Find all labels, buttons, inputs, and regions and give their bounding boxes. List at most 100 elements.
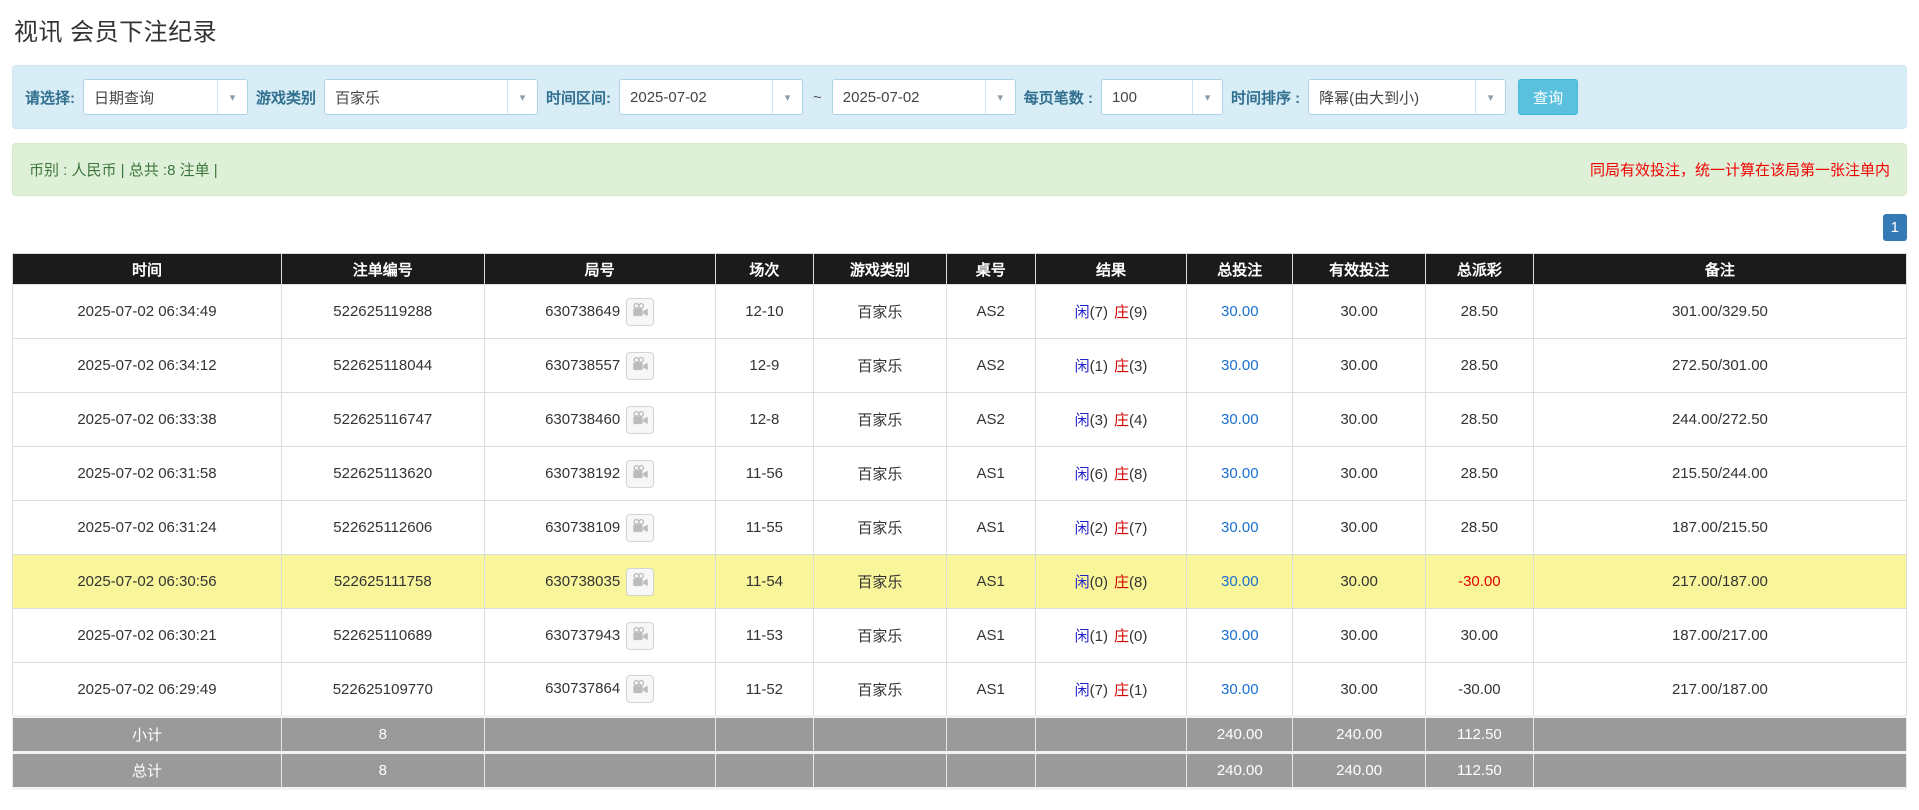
col-session: 场次 bbox=[715, 254, 813, 285]
table-body: 2025-07-02 06:34:49 522625119288 6307386… bbox=[13, 285, 1907, 717]
table-row: 2025-07-02 06:34:49 522625119288 6307386… bbox=[13, 285, 1907, 339]
cell-bet-id: 522625119288 bbox=[281, 285, 484, 339]
video-replay-button[interactable] bbox=[626, 460, 654, 488]
pagination: 1 bbox=[12, 214, 1907, 241]
col-remark: 备注 bbox=[1533, 254, 1906, 285]
total-bet-link[interactable]: 30.00 bbox=[1221, 411, 1259, 428]
cell-session: 11-55 bbox=[715, 501, 813, 555]
col-time: 时间 bbox=[13, 254, 282, 285]
cell-time: 2025-07-02 06:30:56 bbox=[13, 555, 282, 609]
cell-game-type: 百家乐 bbox=[814, 555, 947, 609]
cell-valid-bet: 30.00 bbox=[1293, 501, 1426, 555]
total-row: 小计 8 240.00 240.00 112.50 bbox=[13, 717, 1907, 753]
video-replay-button[interactable] bbox=[626, 675, 654, 703]
cell-result: 闲(3)庄(4) bbox=[1035, 393, 1187, 447]
cell-round-id: 630738035 bbox=[484, 555, 715, 609]
col-table-no: 桌号 bbox=[946, 254, 1035, 285]
valid-bet-notice-text: 同局有效投注，统一计算在该局第一张注单内 bbox=[1590, 159, 1890, 180]
table-row: 2025-07-02 06:31:58 522625113620 6307381… bbox=[13, 447, 1907, 501]
cell-valid-bet: 30.00 bbox=[1293, 339, 1426, 393]
cell-bet-id: 522625118044 bbox=[281, 339, 484, 393]
cell-bet-id: 522625109770 bbox=[281, 663, 484, 717]
summary-bar: 币别 : 人民币 | 总共 :8 注单 | 同局有效投注，统一计算在该局第一张注… bbox=[12, 143, 1907, 196]
cell-total-bet: 30.00 bbox=[1187, 339, 1293, 393]
table-row: 2025-07-02 06:34:12 522625118044 6307385… bbox=[13, 339, 1907, 393]
cell-result: 闲(6)庄(8) bbox=[1035, 447, 1187, 501]
page-1-button[interactable]: 1 bbox=[1883, 214, 1907, 241]
cell-table-no: AS2 bbox=[946, 339, 1035, 393]
chevron-down-icon: ▾ bbox=[1475, 80, 1505, 114]
per-page-label: 每页笔数 : bbox=[1024, 87, 1093, 108]
banker-result: 庄 bbox=[1114, 520, 1129, 537]
cell-remark: 187.00/217.00 bbox=[1533, 609, 1906, 663]
cell-valid-bet: 30.00 bbox=[1293, 609, 1426, 663]
video-replay-button[interactable] bbox=[626, 622, 654, 650]
filter-panel: 请选择: 日期查询 ▾ 游戏类别 百家乐 ▾ 时间区间: 2025-07-02 … bbox=[12, 65, 1907, 129]
date-from-select[interactable]: 2025-07-02 ▾ bbox=[619, 79, 803, 115]
video-replay-button[interactable] bbox=[626, 406, 654, 434]
cell-bet-id: 522625113620 bbox=[281, 447, 484, 501]
cell-remark: 187.00/215.50 bbox=[1533, 501, 1906, 555]
video-replay-button[interactable] bbox=[626, 568, 654, 596]
col-payout: 总派彩 bbox=[1425, 254, 1533, 285]
cell-session: 12-10 bbox=[715, 285, 813, 339]
total-bet-link[interactable]: 30.00 bbox=[1221, 465, 1259, 482]
valid-bet-sum: 240.00 bbox=[1293, 717, 1426, 753]
cell-table-no: AS1 bbox=[946, 663, 1035, 717]
player-result: 闲 bbox=[1075, 520, 1090, 537]
cell-remark: 217.00/187.00 bbox=[1533, 663, 1906, 717]
page-title: 视讯 会员下注纪录 bbox=[14, 12, 1907, 47]
video-replay-button[interactable] bbox=[626, 352, 654, 380]
cell-game-type: 百家乐 bbox=[814, 447, 947, 501]
cell-time: 2025-07-02 06:29:49 bbox=[13, 663, 282, 717]
cell-remark: 244.00/272.50 bbox=[1533, 393, 1906, 447]
total-bet-link[interactable]: 30.00 bbox=[1221, 303, 1259, 320]
banker-result: 庄 bbox=[1114, 682, 1129, 699]
total-bet-link[interactable]: 30.00 bbox=[1221, 357, 1259, 374]
video-replay-button[interactable] bbox=[626, 514, 654, 542]
cell-game-type: 百家乐 bbox=[814, 393, 947, 447]
table-footer: 小计 8 240.00 240.00 112.50 总计 8 240.00 24… bbox=[13, 717, 1907, 789]
video-camera-icon bbox=[632, 302, 649, 322]
search-button[interactable]: 查询 bbox=[1518, 79, 1578, 115]
cell-session: 12-8 bbox=[715, 393, 813, 447]
cell-result: 闲(0)庄(8) bbox=[1035, 555, 1187, 609]
cell-round-id: 630737943 bbox=[484, 609, 715, 663]
chevron-down-icon: ▾ bbox=[1192, 80, 1222, 114]
cell-table-no: AS1 bbox=[946, 609, 1035, 663]
cell-payout: 28.50 bbox=[1425, 501, 1533, 555]
game-type-select[interactable]: 百家乐 ▾ bbox=[324, 79, 538, 115]
video-camera-icon bbox=[632, 464, 649, 484]
total-label: 小计 bbox=[13, 717, 282, 753]
cell-result: 闲(7)庄(1) bbox=[1035, 663, 1187, 717]
cell-result: 闲(1)庄(3) bbox=[1035, 339, 1187, 393]
total-bet-link[interactable]: 30.00 bbox=[1221, 627, 1259, 644]
player-result: 闲 bbox=[1075, 304, 1090, 321]
player-result: 闲 bbox=[1075, 358, 1090, 375]
select-type-label: 请选择: bbox=[25, 87, 75, 108]
game-type-label: 游戏类别 bbox=[256, 87, 316, 108]
per-page-select[interactable]: 100 ▾ bbox=[1101, 79, 1223, 115]
video-camera-icon bbox=[632, 626, 649, 646]
total-bet-sum: 240.00 bbox=[1187, 717, 1293, 753]
total-bet-link[interactable]: 30.00 bbox=[1221, 681, 1259, 698]
date-to-select[interactable]: 2025-07-02 ▾ bbox=[832, 79, 1016, 115]
query-type-select[interactable]: 日期查询 ▾ bbox=[83, 79, 248, 115]
cell-game-type: 百家乐 bbox=[814, 339, 947, 393]
cell-payout: -30.00 bbox=[1425, 555, 1533, 609]
cell-payout: 28.50 bbox=[1425, 285, 1533, 339]
col-result: 结果 bbox=[1035, 254, 1187, 285]
player-result: 闲 bbox=[1075, 574, 1090, 591]
video-replay-button[interactable] bbox=[626, 298, 654, 326]
table-row: 2025-07-02 06:31:24 522625112606 6307381… bbox=[13, 501, 1907, 555]
cell-valid-bet: 30.00 bbox=[1293, 663, 1426, 717]
cell-session: 11-52 bbox=[715, 663, 813, 717]
cell-payout: -30.00 bbox=[1425, 663, 1533, 717]
cell-payout: 28.50 bbox=[1425, 393, 1533, 447]
total-bet-link[interactable]: 30.00 bbox=[1221, 573, 1259, 590]
banker-result: 庄 bbox=[1114, 574, 1129, 591]
sort-select[interactable]: 降幂(由大到小) ▾ bbox=[1308, 79, 1506, 115]
payout-sum: 112.50 bbox=[1425, 753, 1533, 789]
sort-label: 时间排序 : bbox=[1231, 87, 1300, 108]
total-bet-link[interactable]: 30.00 bbox=[1221, 519, 1259, 536]
